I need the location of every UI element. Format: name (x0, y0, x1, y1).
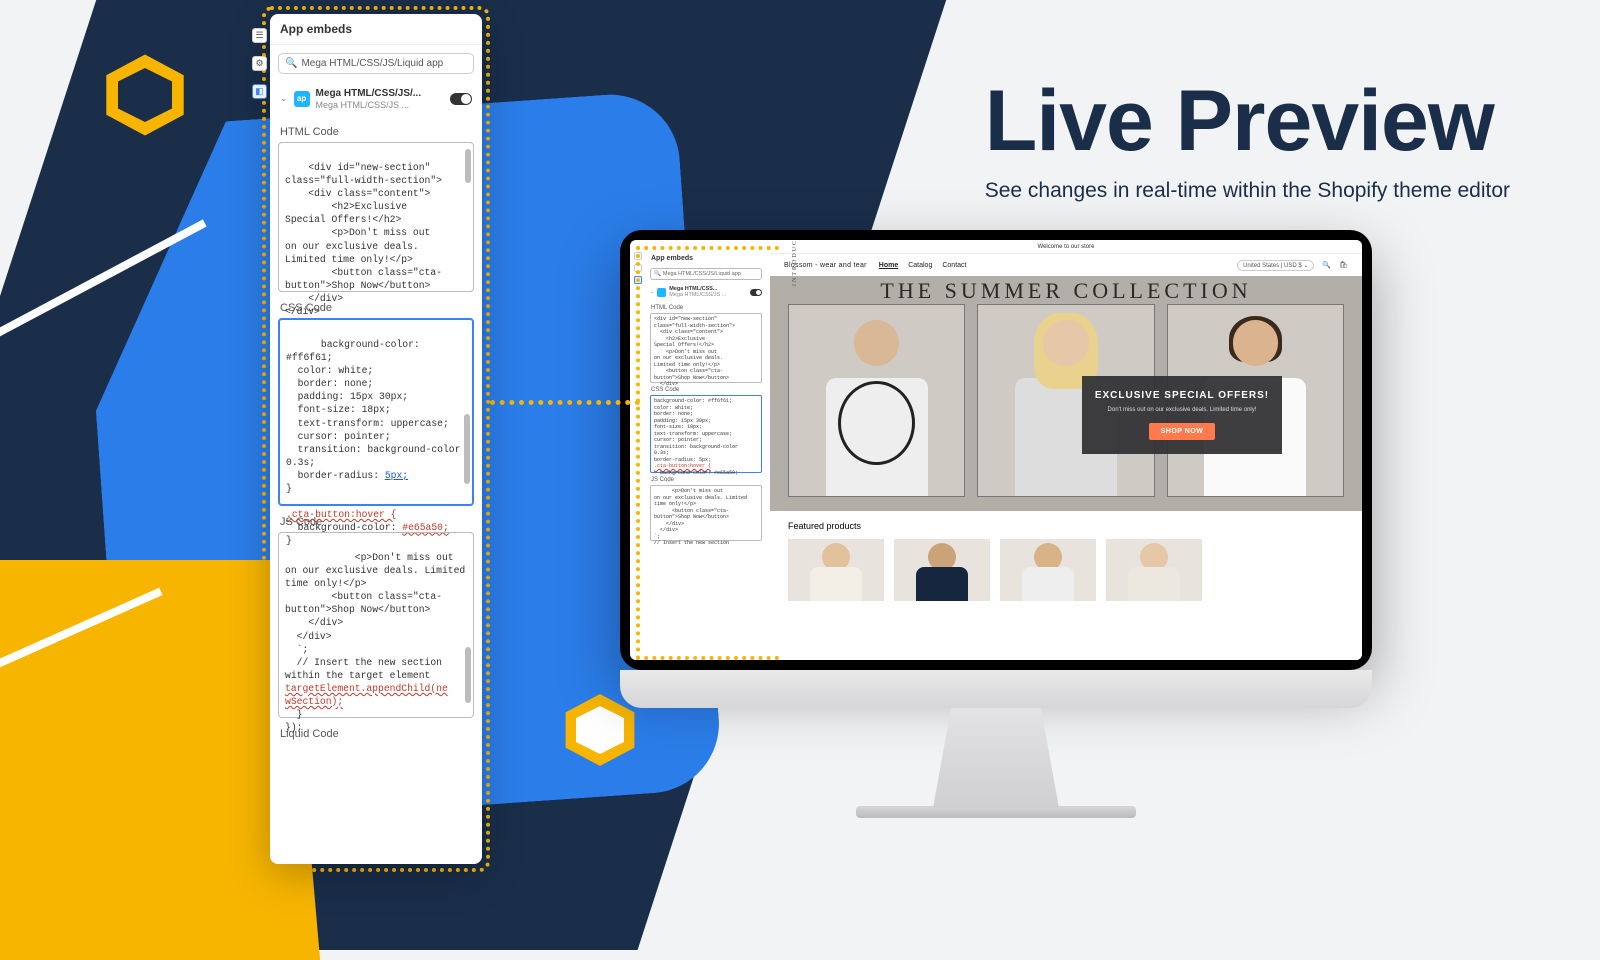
search-icon: 🔍 (654, 271, 661, 277)
rail-sections-icon[interactable]: ☰ (252, 28, 267, 43)
app-enable-toggle[interactable] (750, 289, 762, 296)
nav-home[interactable]: Home (879, 262, 898, 269)
scrollbar[interactable] (465, 147, 471, 287)
nav-contact[interactable]: Contact (942, 262, 966, 269)
js-code-text: <p>Don't miss out on our exclusive deals… (285, 552, 465, 681)
scrollbar[interactable] (464, 324, 470, 500)
imac-mockup: App embeds 🔍 Mega HTML/CSS/JS/Liquid app… (620, 230, 1372, 818)
promo-text: Don't miss out on our exclusive deals. L… (1092, 407, 1272, 413)
highlight-connector (490, 400, 640, 405)
panel-title: App embeds (270, 14, 482, 45)
product-card[interactable] (788, 539, 884, 601)
product-card[interactable] (894, 539, 990, 601)
app-search-input[interactable]: 🔍 Mega HTML/CSS/JS/Liquid app (278, 53, 474, 74)
html-code-input[interactable]: <div id="new-section" class="full-width-… (650, 313, 762, 383)
search-placeholder: Mega HTML/CSS/JS/Liquid app (301, 58, 443, 69)
cart-icon[interactable]: 🛍 (1339, 261, 1348, 269)
nav-catalog[interactable]: Catalog (908, 262, 932, 269)
rail-apps-icon[interactable] (634, 276, 642, 284)
app-enable-toggle[interactable] (450, 93, 472, 105)
storefront-preview: Welcome to our store Blossom - wear and … (770, 240, 1362, 660)
chevron-down-icon: ⌄ (1303, 263, 1308, 269)
featured-heading: Featured products (788, 521, 1344, 531)
chevron-down-icon: ⌄ (280, 93, 288, 104)
css-hover-selector: .cta-button:hover { (286, 509, 396, 520)
chevron-down-icon: ⌄ (650, 289, 654, 295)
js-code-input[interactable]: <p>Don't miss out on our exclusive deals… (278, 532, 474, 718)
rail-settings-icon[interactable]: ⚙ (252, 56, 267, 71)
hero-section: INTRODUCING THE SUMMER COLLECTION EXCLUS… (770, 276, 1362, 511)
html-code-label: HTML Code (270, 116, 482, 142)
panel-title: App embeds (646, 252, 766, 265)
css-link: 5px; (385, 470, 408, 481)
app-search-input[interactable]: 🔍 Mega HTML/CSS/JS/Liquid app (650, 268, 762, 280)
app-subname: Mega HTML/CSS/JS ... (316, 100, 444, 110)
promo-heading: EXCLUSIVE SPECIAL OFFERS! (1092, 390, 1272, 401)
promo-overlay: EXCLUSIVE SPECIAL OFFERS! Don't miss out… (1082, 376, 1282, 454)
headline: Live Preview See changes in real-time wi… (985, 72, 1510, 203)
js-code-input[interactable]: <p>Don't miss out on our exclusive deals… (650, 485, 762, 541)
hero-intro: INTRODUCING (792, 240, 798, 286)
rail-settings-icon[interactable] (634, 264, 642, 272)
rail-sections-icon[interactable] (634, 252, 642, 260)
search-icon[interactable]: 🔍 (1322, 261, 1331, 269)
featured-section: Featured products (770, 511, 1362, 611)
js-code-error: targetElement.appendChild(ne wSection); (285, 683, 448, 707)
css-code-text: background-color: #ff6f61; color: white;… (286, 339, 460, 481)
app-embeds-panel-small: App embeds 🔍 Mega HTML/CSS/JS/Liquid app… (646, 252, 766, 652)
app-row[interactable]: ⌄ Mega HTML/CSS... Mega HTML/CSS/JS ... (646, 283, 766, 301)
rail-apps-icon[interactable]: ◧ (252, 84, 267, 99)
hero-title: INTRODUCING THE SUMMER COLLECTION (770, 278, 1362, 304)
store-nav: Blossom - wear and tear Home Catalog Con… (770, 254, 1362, 276)
scrollbar[interactable] (465, 537, 471, 713)
product-card[interactable] (1000, 539, 1096, 601)
headline-subtitle: See changes in real-time within the Shop… (985, 179, 1510, 203)
app-icon: ap (294, 91, 310, 107)
app-name: Mega HTML/CSS/JS/... (316, 88, 444, 100)
shop-now-button[interactable]: SHOP NOW (1149, 423, 1216, 440)
product-card[interactable] (1106, 539, 1202, 601)
css-code-input[interactable]: background-color: #ff6f61; color: white;… (650, 395, 762, 473)
headline-title: Live Preview (985, 72, 1510, 171)
html-code-input[interactable]: <div id="new-section" class="full-width-… (278, 142, 474, 292)
app-row[interactable]: ⌄ ap Mega HTML/CSS/JS/... Mega HTML/CSS/… (270, 82, 482, 116)
search-icon: 🔍 (285, 58, 297, 69)
html-code-label: HTML Code (646, 301, 766, 313)
app-icon (657, 288, 666, 297)
css-code-input[interactable]: background-color: #ff6f61; color: white;… (278, 318, 474, 506)
app-embeds-panel: App embeds 🔍 Mega HTML/CSS/JS/Liquid app… (270, 14, 482, 864)
editor-rail-small (634, 252, 644, 288)
locale-selector[interactable]: United States | USD $ ⌄ (1237, 260, 1314, 271)
hero-image (788, 304, 965, 497)
announcement-bar: Welcome to our store (770, 240, 1362, 254)
hexagon-icon (100, 50, 190, 140)
